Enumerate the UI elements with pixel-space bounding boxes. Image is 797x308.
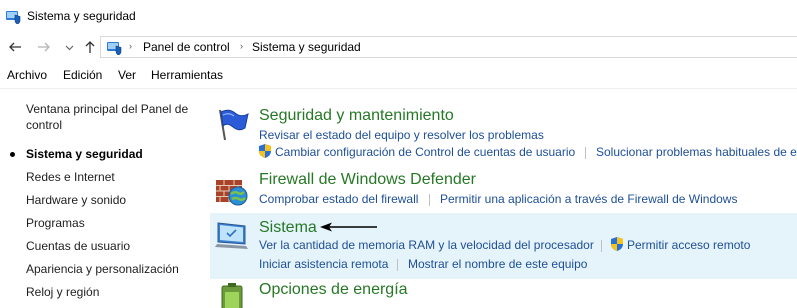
annotation-arrow: [320, 222, 377, 232]
nav-programs[interactable]: Programas: [26, 216, 85, 230]
task-remote-assistance[interactable]: Iniciar asistencia remota: [259, 257, 388, 271]
task-review-status[interactable]: Revisar el estado del equipo y resolver …: [259, 128, 544, 142]
menu-bar: Archivo Edición Ver Herramientas: [0, 62, 797, 89]
nav-hardware-sound[interactable]: Hardware y sonido: [26, 193, 126, 207]
menu-file[interactable]: Archivo: [7, 68, 47, 82]
title-bar: Sistema y seguridad: [0, 0, 797, 32]
system-monitor-icon: [215, 222, 248, 249]
uac-shield-icon: [611, 237, 623, 251]
section-title-security-maintenance[interactable]: Seguridad y mantenimiento: [259, 107, 454, 125]
arrow-right-icon: [38, 42, 50, 52]
task-allow-app[interactable]: Permitir una aplicación a través de Fire…: [440, 192, 737, 206]
task-allow-remote-access[interactable]: Permitir acceso remoto: [627, 238, 750, 252]
nav-user-accounts[interactable]: Cuentas de usuario: [26, 239, 130, 253]
arrow-left-icon: [9, 42, 21, 52]
nav-network-internet[interactable]: Redes e Internet: [26, 170, 115, 184]
back-button[interactable]: [6, 38, 24, 56]
section-title-firewall[interactable]: Firewall de Windows Defender: [259, 171, 476, 189]
task-separator: [601, 240, 602, 252]
nav-system-security[interactable]: Sistema y seguridad: [26, 147, 143, 161]
task-separator: [585, 147, 586, 159]
recent-locations-button[interactable]: [60, 38, 78, 56]
nav-control-panel-home[interactable]: Ventana principal del Panel de control: [26, 101, 196, 133]
chevron-right-icon: ›: [129, 41, 132, 51]
task-separator: [397, 259, 398, 271]
address-bar[interactable]: › Panel de control › Sistema y seguridad: [100, 36, 797, 58]
menu-view[interactable]: Ver: [118, 68, 136, 82]
task-show-computer-name[interactable]: Mostrar el nombre de este equipo: [408, 257, 587, 271]
task-separator: [429, 194, 430, 206]
section-title-system[interactable]: Sistema: [259, 219, 317, 237]
control-panel-security-icon: [6, 11, 21, 24]
navigation-bar: › Panel de control › Sistema y seguridad: [0, 32, 797, 62]
breadcrumb-control-panel[interactable]: Panel de control: [143, 40, 230, 54]
forward-button[interactable]: [35, 38, 53, 56]
section-title-power-options[interactable]: Opciones de energía: [259, 281, 408, 299]
uac-shield-icon: [259, 144, 271, 158]
menu-tools[interactable]: Herramientas: [151, 68, 223, 82]
current-item-bullet: [10, 152, 15, 157]
breadcrumb-system-security[interactable]: Sistema y seguridad: [252, 40, 361, 54]
menu-edit[interactable]: Edición: [63, 68, 102, 82]
left-navigation: Ventana principal del Panel de control S…: [0, 88, 210, 307]
window-title: Sistema y seguridad: [27, 9, 136, 23]
up-button[interactable]: [81, 38, 99, 56]
nav-clock-region[interactable]: Reloj y región: [26, 285, 99, 299]
nav-appearance-personalization[interactable]: Apariencia y personalización: [26, 262, 179, 276]
firewall-icon: [216, 180, 248, 206]
chevron-right-icon: ›: [240, 41, 243, 51]
power-battery-icon: [221, 283, 243, 308]
main-content: Seguridad y mantenimiento Revisar el est…: [210, 88, 797, 308]
task-uac-settings[interactable]: Cambiar configuración de Control de cuen…: [275, 145, 575, 159]
control-panel-security-icon: [107, 42, 122, 55]
chevron-down-icon: [65, 45, 73, 50]
task-view-ram-cpu[interactable]: Ver la cantidad de memoria RAM y la velo…: [259, 238, 594, 252]
task-check-firewall[interactable]: Comprobar estado del firewall: [259, 192, 418, 206]
flag-icon: [219, 109, 249, 141]
task-troubleshoot[interactable]: Solucionar problemas habituales de e: [596, 145, 797, 159]
arrow-up-icon: [85, 41, 95, 53]
